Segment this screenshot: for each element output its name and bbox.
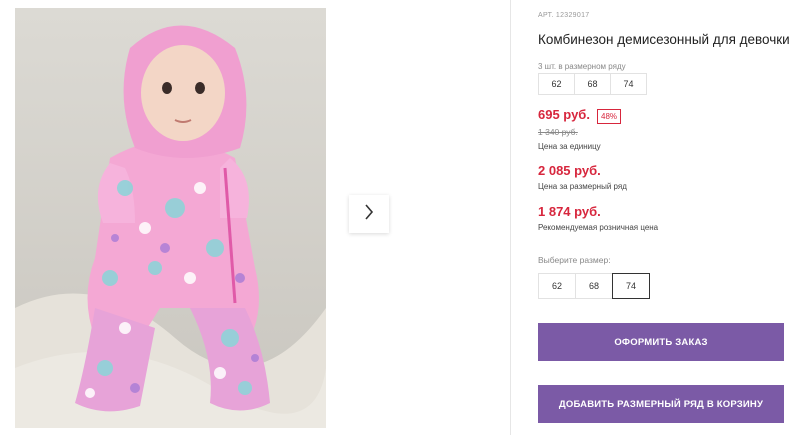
size-range-label: 3 шт. в размерном ряду (538, 62, 626, 71)
add-range-to-cart-button[interactable]: ДОБАВИТЬ РАЗМЕРНЫЙ РЯД В КОРЗИНУ (538, 385, 784, 423)
product-gallery (0, 0, 510, 435)
retail-price-note: Рекомендуемая розничная цена (538, 223, 659, 232)
unit-price: 695 руб. (538, 107, 590, 122)
old-price: 1 340 руб. (538, 127, 578, 137)
chevron-right-icon (364, 203, 374, 225)
range-price-note: Цена за размерный ряд (538, 182, 627, 191)
product-photo[interactable] (15, 8, 326, 428)
size-range-list: 62 68 74 (538, 73, 647, 95)
size-range-item: 68 (574, 73, 611, 95)
product-photo-illustration (15, 8, 326, 428)
range-price: 2 085 руб. (538, 163, 601, 178)
product-sku: АРТ. 12329017 (538, 12, 590, 19)
size-option-68[interactable]: 68 (575, 273, 613, 299)
product-title: Комбинезон демисезонный для девочки (538, 32, 790, 47)
panel-divider (510, 0, 511, 435)
size-option-74[interactable]: 74 (612, 273, 650, 299)
size-picker-label: Выберите размер: (538, 255, 611, 265)
discount-badge: 48% (597, 109, 622, 124)
next-image-button[interactable] (349, 195, 389, 233)
size-picker: 62 68 74 (538, 273, 650, 299)
size-option-62[interactable]: 62 (538, 273, 576, 299)
checkout-button[interactable]: ОФОРМИТЬ ЗАКАЗ (538, 323, 784, 361)
size-range-item: 62 (538, 73, 575, 95)
retail-price: 1 874 руб. (538, 204, 601, 219)
unit-price-note: Цена за единицу (538, 142, 601, 151)
size-range-item: 74 (610, 73, 647, 95)
